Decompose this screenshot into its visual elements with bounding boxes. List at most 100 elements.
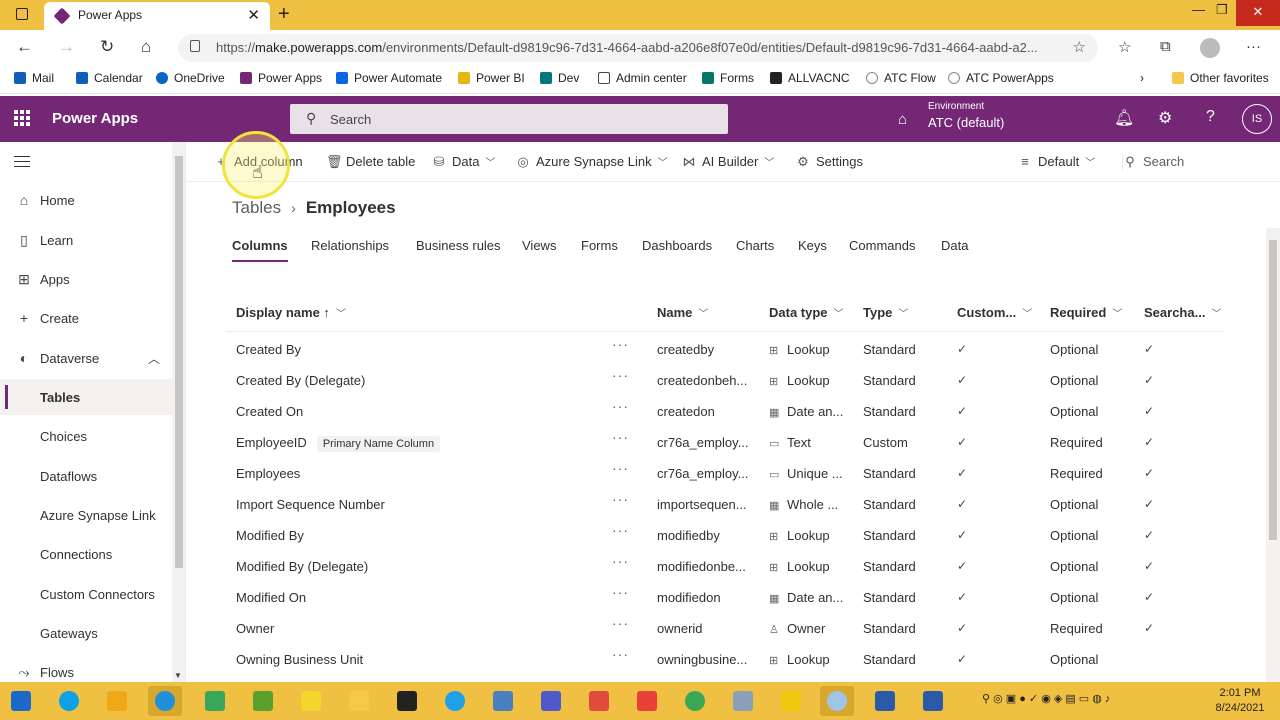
home-browser-icon[interactable]: ⌂ [141,37,151,57]
excel-icon[interactable] [294,686,328,716]
row-more-options-icon[interactable]: ··· [612,522,629,538]
cell-display-name[interactable]: Owning Business Unit [236,652,363,667]
col-header-type[interactable]: Type ﹀ [863,305,908,320]
nav-item-connections[interactable]: Connections [0,536,172,572]
row-more-options-icon[interactable]: ··· [612,398,629,414]
cell-display-name[interactable]: Created By [236,342,301,357]
fav-atc-powerapps[interactable]: ATC PowerApps [948,71,1054,85]
cell-display-name[interactable]: Modified On [236,590,306,605]
nav-item-choices[interactable]: Choices [0,418,172,454]
delete-table-button[interactable]: 🗑︎ Delete table [326,154,415,170]
close-window-icon[interactable]: ✕ [1236,0,1280,26]
chrome-icon[interactable] [678,686,712,716]
tab-columns[interactable]: Columns [232,238,288,262]
edge-icon[interactable] [148,686,182,716]
tab-data[interactable]: Data [941,238,968,253]
cell-display-name[interactable]: Modified By [236,528,304,543]
col-header-customizable[interactable]: Custom... ﹀ [957,305,1032,320]
cell-display-name[interactable]: EmployeeID Primary Name Column [236,435,441,452]
powerbi-icon[interactable] [774,686,808,716]
fav-allvacnc[interactable]: ALLVACNC [770,71,850,85]
tab-forms[interactable]: Forms [581,238,618,253]
scroll-down-icon[interactable]: ▼ [174,671,182,680]
row-more-options-icon[interactable]: ··· [612,429,629,445]
row-more-options-icon[interactable]: ··· [612,491,629,507]
table-row[interactable]: Owning Business Unit ··· owningbusine... ⊞ L… [226,644,1224,675]
chart-app-icon[interactable] [246,686,280,716]
fav-powerautomate[interactable]: Power Automate [336,71,442,85]
fav-powerbi[interactable]: Power BI [458,71,525,85]
forward-icon[interactable]: → [58,37,75,57]
row-more-options-icon[interactable]: ··· [612,615,629,631]
tab-actions-icon[interactable] [8,6,36,24]
nav-item-learn[interactable]: ▯ Learn [0,222,172,258]
collections-icon[interactable]: ⧉ [1160,38,1171,55]
tab-relationships[interactable]: Relationships [311,238,389,253]
skype-icon[interactable] [52,686,86,716]
table-row[interactable]: Created On ··· createdon ▦ Date an... Standar… [226,396,1224,427]
cell-display-name[interactable]: Modified By (Delegate) [236,559,368,574]
row-more-options-icon[interactable]: ··· [612,460,629,476]
browser-profile-avatar[interactable] [1200,38,1220,58]
azure-synapse-link-button[interactable]: ◎ Azure Synapse Link ﹀ [516,154,667,170]
hamburger-menu-icon[interactable] [14,156,30,167]
app-icon[interactable] [100,686,134,716]
nav-item-dataverse[interactable]: ◐ Dataverse ︿ [0,340,172,376]
back-icon[interactable]: ← [16,37,33,57]
table-row[interactable]: Owner ··· ownerid ♙ Owner Standard ✓ Required ✓ [226,613,1224,644]
fav-other-favorites[interactable]: Other favorites [1172,71,1269,85]
nav-item-home[interactable]: ⌂ Home [0,182,172,218]
tab-commands[interactable]: Commands [849,238,915,253]
app-name[interactable]: Power Apps [52,110,138,127]
nav-item-custom-connectors[interactable]: Custom Connectors [0,576,172,612]
favorite-star-icon[interactable]: ☆ [1073,38,1086,56]
favorites-icon[interactable]: ☆ [1118,38,1131,56]
table-row[interactable]: EmployeeID Primary Name Column ··· cr76a_em… [226,427,1224,458]
table-row[interactable]: Modified By ··· modifiedby ⊞ Lookup Standard ✓… [226,520,1224,551]
nav-item-gateways[interactable]: Gateways [0,615,172,651]
nav-item-azure-synapse-link[interactable]: Azure Synapse Link [0,497,172,533]
row-more-options-icon[interactable]: ··· [612,336,629,352]
table-row[interactable]: Modified By (Delegate) ··· modifiedonbe...… [226,551,1224,582]
table-row[interactable]: Employees ··· cr76a_employ... ▭ Unique ... St… [226,458,1224,489]
app-launcher-icon[interactable] [14,110,30,126]
tab-dashboards[interactable]: Dashboards [642,238,712,253]
refresh-icon[interactable]: ↻ [100,37,114,57]
table-row[interactable]: Created By ··· createdby ⊞ Lookup Standard ✓ Op… [226,334,1224,365]
powershell-icon[interactable] [868,686,902,716]
nav-scrollbar[interactable]: ▼ [172,142,185,682]
settings-button[interactable]: ⚙ Settings [796,154,863,170]
red-app-icon[interactable] [582,686,616,716]
nav-item-flows[interactable]: ⤳ Flows [0,654,172,682]
photos-icon[interactable] [486,686,520,716]
recorder-icon[interactable] [820,686,854,716]
browser-tab[interactable]: Power Apps ✕ [44,2,270,30]
fav-dev[interactable]: Dev [540,71,579,85]
favorites-overflow-chevron-icon[interactable]: › [1140,71,1144,85]
notifications-bell-icon[interactable]: 🔔︎ [1114,108,1134,128]
table-row[interactable]: Modified On ··· modifiedon ▦ Date an... Stand… [226,582,1224,613]
teams-icon[interactable] [534,686,568,716]
tool-icon[interactable] [726,686,760,716]
fav-mail[interactable]: Mail [14,71,54,85]
tab-views[interactable]: Views [522,238,556,253]
tab-charts[interactable]: Charts [736,238,774,253]
help-icon[interactable]: ? [1206,108,1215,126]
row-more-options-icon[interactable]: ··· [612,584,629,600]
tab-keys[interactable]: Keys [798,238,827,253]
terminal-icon[interactable] [390,686,424,716]
data-menu-button[interactable]: ⛁ Data ﹀ [432,154,496,170]
fav-powerapps[interactable]: Power Apps [240,71,322,85]
nav-item-tables[interactable]: Tables [0,379,172,415]
access-icon[interactable] [198,686,232,716]
nav-item-apps[interactable]: ⊞ Apps [0,261,172,297]
col-header-required[interactable]: Required ﹀ [1050,305,1122,320]
start-windows-icon[interactable] [4,686,38,716]
row-more-options-icon[interactable]: ··· [612,646,629,662]
powershell-ise-icon[interactable] [916,686,950,716]
nav-item-dataflows[interactable]: Dataflows [0,458,172,494]
col-header-data-type[interactable]: Data type ﹀ [769,305,844,320]
fav-atc-flow[interactable]: ATC Flow [866,71,936,85]
tray-icons[interactable]: ⚲ ◎ ▣ ● ✓ ◉ ◈ ▤ ▭ ◍ ♪ [982,692,1110,705]
internet-explorer-icon[interactable] [438,686,472,716]
